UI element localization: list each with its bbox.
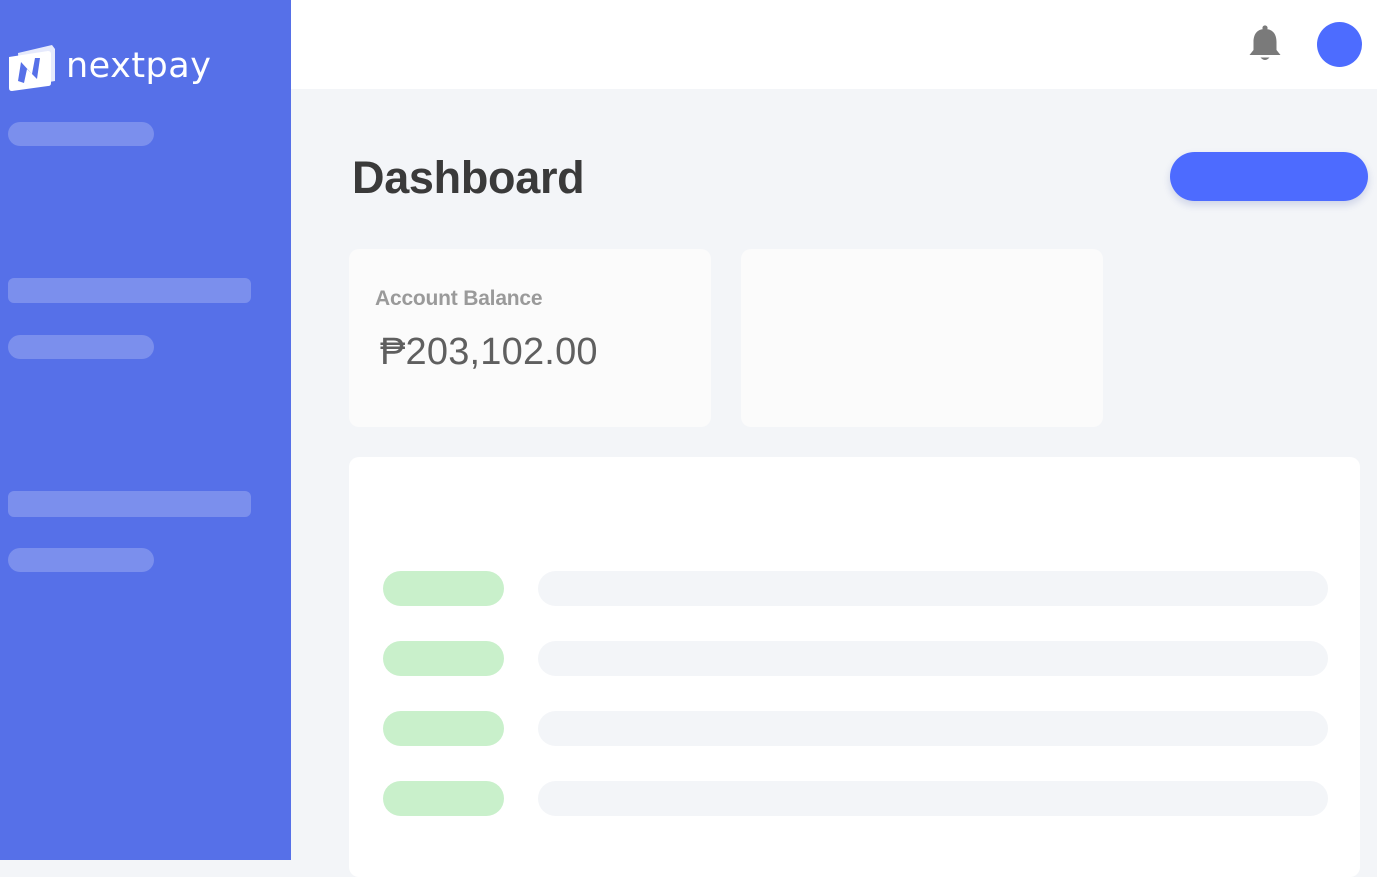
nextpay-wallet-logo-icon — [8, 43, 58, 93]
page-title: Dashboard — [352, 152, 585, 203]
primary-action-button[interactable] — [1170, 152, 1368, 201]
table-row[interactable] — [383, 571, 1329, 606]
sidebar-nav-placeholder[interactable] — [8, 548, 154, 572]
sidebar-nav-placeholder[interactable] — [8, 335, 154, 359]
table-row[interactable] — [383, 781, 1329, 816]
status-badge — [383, 571, 504, 606]
sidebar-nav-placeholder[interactable] — [8, 122, 154, 146]
summary-card — [741, 249, 1103, 427]
bell-icon[interactable] — [1247, 24, 1283, 64]
status-badge — [383, 781, 504, 816]
top-bar — [291, 0, 1377, 89]
table-row[interactable] — [383, 641, 1329, 676]
status-badge — [383, 641, 504, 676]
account-balance-value: ₱203,102.00 — [380, 331, 598, 373]
table-row[interactable] — [383, 711, 1329, 746]
brand-name: nextpay — [66, 45, 212, 86]
row-content-placeholder — [538, 641, 1328, 676]
status-badge — [383, 711, 504, 746]
row-content-placeholder — [538, 711, 1328, 746]
brand-logo[interactable]: nextpay — [8, 42, 211, 94]
row-content-placeholder — [538, 781, 1328, 816]
user-avatar[interactable] — [1317, 22, 1362, 67]
transactions-table — [349, 457, 1360, 877]
sidebar-nav-placeholder[interactable] — [8, 491, 251, 517]
row-content-placeholder — [538, 571, 1328, 606]
sidebar-nav-placeholder[interactable] — [8, 278, 251, 303]
account-balance-label: Account Balance — [375, 287, 543, 310]
sidebar: nextpay — [0, 0, 291, 860]
account-balance-card: Account Balance ₱203,102.00 — [349, 249, 711, 427]
